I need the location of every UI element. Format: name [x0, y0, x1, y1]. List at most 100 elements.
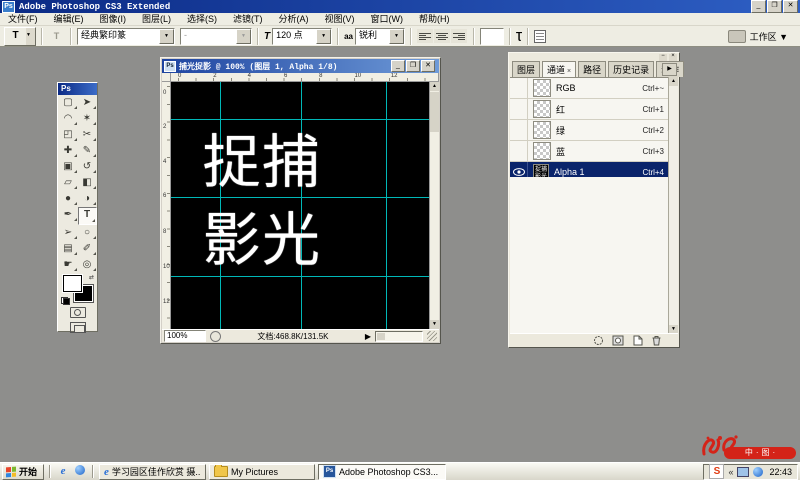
quicklaunch-ie-icon[interactable]: e [56, 465, 70, 478]
menu-item[interactable]: 滤镜(T) [225, 13, 271, 26]
delete-channel-icon[interactable] [651, 335, 662, 346]
shape-tool[interactable]: ○ [78, 225, 97, 241]
horizontal-ruler[interactable]: 024681012 [171, 73, 429, 82]
palette-scrollbar[interactable]: ▲ ▼ [668, 77, 678, 334]
scroll-down-icon[interactable]: ▼ [430, 320, 439, 329]
toggle-palettes-icon[interactable] [534, 30, 546, 43]
document-titlebar[interactable]: Ps 捕光捉影 @ 100% (图层 1, Alpha 1/8) _❐✕ [162, 59, 439, 73]
chevron-down-icon[interactable]: ▼ [389, 29, 404, 44]
align-right-button[interactable] [451, 29, 467, 43]
save-selection-icon[interactable] [612, 335, 624, 346]
resize-grip[interactable] [427, 331, 437, 341]
taskbar-task[interactable]: PsAdobe Photoshop CS3... [318, 464, 446, 480]
lasso-tool[interactable]: ◠ [59, 111, 78, 127]
guide[interactable] [171, 119, 429, 120]
status-menu-arrow-icon[interactable]: ▶ [365, 332, 371, 341]
start-button[interactable]: 开始 [2, 464, 44, 480]
eraser-tool[interactable]: ▱ [59, 175, 78, 191]
menu-item[interactable]: 分析(A) [271, 13, 317, 26]
quick-mask-button[interactable] [58, 305, 97, 320]
clone-stamp-tool[interactable]: ▣ [59, 159, 78, 175]
notes-tool[interactable]: ▤ [59, 241, 78, 257]
channel-row[interactable]: 蓝Ctrl+3 [510, 141, 668, 162]
align-left-button[interactable] [417, 29, 433, 43]
menu-item[interactable]: 编辑(E) [46, 13, 92, 26]
align-center-button[interactable] [434, 29, 450, 43]
anti-alias-select[interactable]: 锐利 ▼ [355, 28, 405, 45]
minimize-button[interactable]: _ [391, 60, 405, 72]
swap-colors-icon[interactable]: ⇄ [89, 274, 94, 281]
visibility-toggle[interactable] [510, 99, 528, 119]
blur-tool[interactable]: ● [59, 191, 78, 207]
tray-app-icon[interactable] [753, 467, 763, 477]
tab-close-icon[interactable]: × [567, 68, 571, 75]
zoom-level-field[interactable]: 100% [164, 330, 206, 342]
close-button[interactable]: ✕ [421, 60, 435, 72]
foreground-color-swatch[interactable] [63, 275, 82, 292]
visibility-toggle[interactable] [510, 78, 528, 98]
chevron-down-icon[interactable]: ▼ [236, 29, 251, 44]
tool-preset-picker[interactable]: T ▼ [4, 27, 36, 46]
new-channel-icon[interactable] [632, 335, 643, 346]
vertical-ruler[interactable]: 024681012 [162, 82, 171, 329]
restore-button[interactable]: ❐ [406, 60, 420, 72]
dodge-tool[interactable]: ◑ [78, 191, 97, 207]
guide[interactable] [171, 276, 429, 277]
scrollbar-thumb[interactable] [377, 333, 385, 340]
tab-历史记录[interactable]: 历史记录 [608, 61, 654, 77]
tray-chevron-icon[interactable]: « [728, 467, 733, 477]
quicklaunch-msn-icon[interactable] [73, 465, 87, 478]
hand-tool[interactable]: ☛ [59, 257, 78, 273]
path-select-tool[interactable]: ➢ [59, 225, 78, 241]
rect-marquee-tool[interactable]: ▢ [59, 95, 78, 111]
magic-wand-tool[interactable]: ✶ [78, 111, 97, 127]
menu-item[interactable]: 帮助(H) [411, 13, 458, 26]
menu-item[interactable]: 文件(F) [0, 13, 46, 26]
channel-row[interactable]: RGBCtrl+~ [510, 78, 668, 99]
channel-row[interactable]: 绿Ctrl+2 [510, 120, 668, 141]
tab-通道[interactable]: 通道× [542, 61, 576, 77]
healing-brush-tool[interactable]: ✚ [59, 143, 78, 159]
toolbox-titlebar[interactable]: Ps [58, 83, 97, 95]
default-colors-icon[interactable] [61, 297, 70, 305]
restore-button[interactable]: ❐ [767, 0, 782, 13]
slice-tool[interactable]: ✂ [78, 127, 97, 143]
move-tool[interactable]: ➤ [78, 95, 97, 111]
minimize-button[interactable]: _ [751, 0, 766, 13]
font-style-select[interactable]: - ▼ [180, 28, 252, 45]
menu-item[interactable]: 选择(S) [179, 13, 225, 26]
font-family-select[interactable]: 经典繁印篆 ▼ [77, 28, 175, 45]
zoom-tool[interactable]: ◎ [78, 257, 97, 273]
palette-close-button[interactable]: × [669, 54, 677, 61]
scroll-up-icon[interactable]: ▲ [430, 82, 439, 91]
menu-item[interactable]: 图像(I) [92, 13, 135, 26]
visibility-toggle[interactable] [510, 120, 528, 140]
eyedropper-tool[interactable]: ✐ [78, 241, 97, 257]
scrollbar-thumb[interactable] [430, 92, 439, 132]
workspace-menu[interactable]: 工作区 ▼ [750, 30, 788, 43]
crop-tool[interactable]: ◰ [59, 127, 78, 143]
menu-item[interactable]: 视图(V) [317, 13, 363, 26]
history-brush-tool[interactable]: ↺ [78, 159, 97, 175]
app-titlebar[interactable]: Ps Adobe Photoshop CS3 Extended _❐✕ [0, 0, 800, 13]
taskbar-task[interactable]: e学习园区佳作欣赏 摄... [99, 464, 206, 480]
text-color-swatch[interactable] [480, 28, 504, 45]
screen-mode-button[interactable] [58, 320, 97, 335]
tab-图层[interactable]: 图层 [512, 61, 540, 77]
tab-路径[interactable]: 路径 [578, 61, 606, 77]
channel-row[interactable]: 红Ctrl+1 [510, 99, 668, 120]
chevron-down-icon[interactable]: ▼ [316, 29, 331, 44]
menu-item[interactable]: 窗口(W) [363, 13, 412, 26]
palette-collapse-button[interactable]: − [659, 54, 667, 61]
canvas[interactable]: 捉捕影光 [171, 82, 429, 329]
close-button[interactable]: ✕ [783, 0, 798, 13]
pen-tool[interactable]: ✒ [59, 207, 78, 223]
font-size-select[interactable]: 120 点 ▼ [272, 28, 332, 45]
type-tool[interactable]: T [78, 207, 97, 225]
chevron-down-icon[interactable]: ▼ [159, 29, 174, 44]
palette-menu-button[interactable]: ▶ [662, 63, 677, 76]
text-orientation-button[interactable]: T [48, 29, 65, 44]
taskbar-task[interactable]: My Pictures [209, 464, 315, 480]
brush-tool[interactable]: ✎ [78, 143, 97, 159]
menu-item[interactable]: 图层(L) [134, 13, 179, 26]
